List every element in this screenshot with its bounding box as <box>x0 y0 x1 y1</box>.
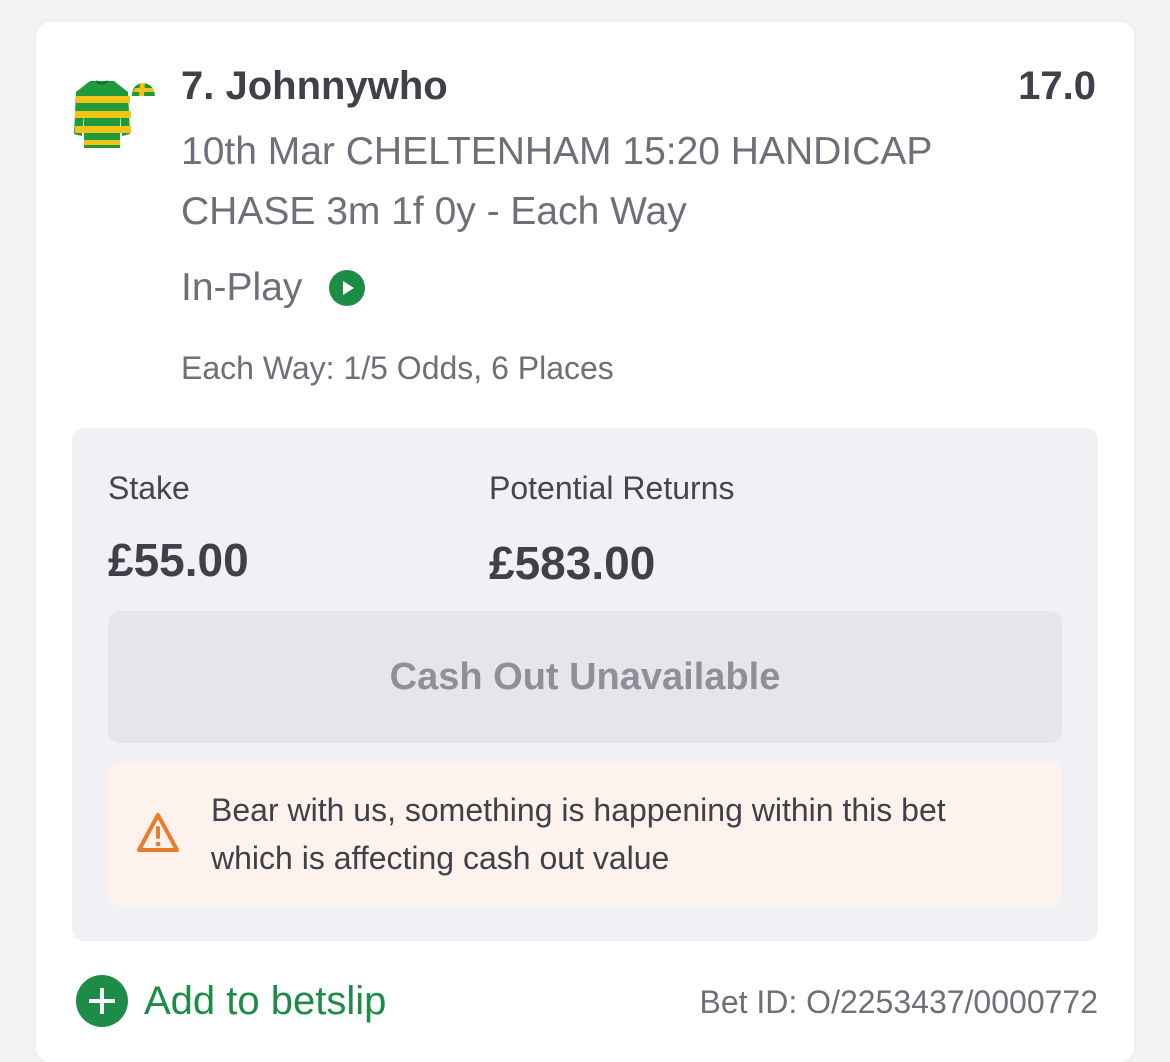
jockey-silks-icon <box>74 80 155 148</box>
warning-triangle-icon <box>137 813 179 852</box>
stake-value: £55.00 <box>108 534 249 586</box>
event-description: 10th Mar CHELTENHAM 15:20 HANDICAP CHASE… <box>181 130 932 233</box>
each-way-terms: Each Way: 1/5 Odds, 6 Places <box>181 350 614 386</box>
bet-id: Bet ID: O/2253437/0000772 <box>699 984 1098 1020</box>
stake-label: Stake <box>108 470 190 506</box>
warning-text: Bear with us, something is happening wit… <box>211 792 946 876</box>
cashout-warning: Bear with us, something is happening wit… <box>108 762 1062 906</box>
selection-title: 7. Johnnywho <box>181 64 448 108</box>
plus-circle-icon <box>76 975 128 1027</box>
inplay-status: In-Play <box>181 266 366 310</box>
selection-odds: 17.0 <box>1018 64 1096 108</box>
play-icon <box>329 270 366 306</box>
add-to-betslip-button[interactable]: Add to betslip <box>76 975 386 1027</box>
add-to-betslip-label: Add to betslip <box>144 978 387 1023</box>
inplay-label: In-Play <box>181 266 303 309</box>
cash-out-button[interactable]: Cash Out Unavailable <box>108 611 1062 743</box>
returns-label: Potential Returns <box>489 470 735 506</box>
returns-value: £583.00 <box>489 537 656 589</box>
